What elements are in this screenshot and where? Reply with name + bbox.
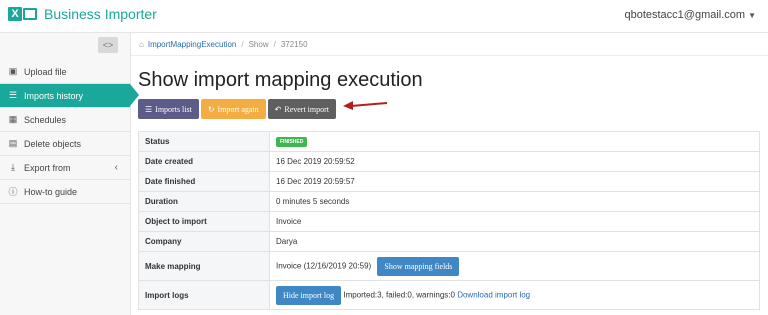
breadcrumb: ⌂ ImportMappingExecution / Show / 372150 — [131, 33, 768, 56]
download-icon: ⤓ — [11, 162, 15, 172]
row-label: Date finished — [138, 171, 270, 192]
sidebar-item-how-to-guide[interactable]: ⓘ How-to guide — [0, 180, 130, 204]
refresh-icon: ↻ — [207, 104, 215, 114]
row-label: Company — [138, 231, 270, 252]
button-label: Revert import — [284, 104, 330, 114]
row-value: Darya — [269, 231, 760, 252]
list-icon: ☰ — [145, 104, 153, 114]
annotation-arrow — [343, 101, 388, 110]
app-logo[interactable]: X Business Importer — [8, 6, 157, 22]
chevron-down-icon: ▼ — [748, 11, 756, 20]
home-icon[interactable]: ⌂ — [139, 40, 144, 49]
table-row: Import logs Hide import log Imported:3, … — [138, 280, 760, 310]
execution-details-table: Status FINISHED Date created 16 Dec 2019… — [138, 131, 760, 310]
hide-import-log-button[interactable]: Hide import log — [276, 285, 342, 305]
show-mapping-fields-button[interactable]: Show mapping fields — [377, 256, 460, 276]
import-log-summary: Imported:3, failed:0, warnings:0 — [343, 290, 455, 300]
account-menu[interactable]: qbotestacc1@gmail.com ▼ — [624, 9, 756, 21]
import-again-button[interactable]: ↻ Import again — [200, 99, 266, 119]
app-name: Business Importer — [44, 6, 157, 22]
sidebar-nav: ▣ Upload file ☰ Imports history ▦ Schedu… — [0, 60, 139, 204]
status-badge: FINISHED — [276, 137, 308, 147]
row-label: Make mapping — [138, 251, 270, 281]
imports-list-button[interactable]: ☰ Imports list — [138, 99, 199, 119]
page-title: Show import mapping execution — [138, 69, 423, 91]
table-row: Make mapping Invoice (12/16/2019 20:59) … — [138, 251, 760, 281]
table-row: Date finished 16 Dec 2019 20:59:57 — [138, 171, 760, 192]
list-icon: ☰ — [8, 90, 18, 100]
sidebar-item-label: Export from — [24, 162, 71, 173]
row-label: Duration — [138, 191, 270, 212]
breadcrumb-item: 372150 — [280, 39, 308, 49]
revert-import-button[interactable]: ↶ Revert import — [267, 99, 337, 119]
button-label: Imports list — [155, 104, 192, 114]
file-excel-icon: ▣ — [8, 66, 18, 76]
breadcrumb-link[interactable]: ImportMappingExecution — [148, 40, 237, 49]
row-label: Import logs — [138, 280, 270, 310]
undo-icon: ↶ — [274, 104, 282, 114]
chevron-left-icon: ‹ — [114, 162, 118, 173]
calendar-icon: ▦ — [8, 114, 18, 124]
sidebar-item-export-from[interactable]: ⤓ Export from ‹ — [0, 156, 130, 180]
mapping-value: Invoice (12/16/2019 20:59) — [276, 261, 372, 271]
table-row: Date created 16 Dec 2019 20:59:52 — [138, 151, 760, 172]
download-import-log-link[interactable]: Download import log — [457, 290, 530, 299]
sidebar-item-label: Schedules — [24, 114, 67, 125]
row-value: 16 Dec 2019 20:59:57 — [269, 171, 760, 192]
sidebar-item-imports-history[interactable]: ☰ Imports history — [0, 84, 139, 108]
breadcrumb-separator: / — [273, 39, 276, 49]
row-label: Date created — [138, 151, 270, 172]
row-value: FINISHED — [269, 131, 760, 152]
main-content: ⌂ ImportMappingExecution / Show / 372150… — [131, 33, 768, 315]
trash-icon: ▤ — [8, 138, 18, 148]
row-label: Object to import — [138, 211, 270, 232]
row-value: Invoice — [269, 211, 760, 232]
logo-icon: X — [8, 7, 37, 21]
row-value: 0 minutes 5 seconds — [269, 191, 760, 212]
row-value: Invoice (12/16/2019 20:59) Show mapping … — [269, 251, 760, 281]
sidebar-item-label: Upload file — [24, 66, 67, 77]
row-label: Status — [138, 131, 270, 152]
sidebar: <> ▣ Upload file ☰ Imports history ▦ Sch… — [0, 33, 139, 315]
info-icon: ⓘ — [8, 187, 18, 197]
button-label: Import again — [217, 104, 259, 114]
breadcrumb-item: Show — [248, 39, 269, 49]
account-email: qbotestacc1@gmail.com — [624, 9, 746, 21]
sidebar-item-label: Delete objects — [24, 138, 82, 149]
table-row: Duration 0 minutes 5 seconds — [138, 191, 760, 212]
breadcrumb-separator: / — [241, 39, 244, 49]
row-value: 16 Dec 2019 20:59:52 — [269, 151, 760, 172]
top-bar: X Business Importer qbotestacc1@gmail.co… — [0, 0, 768, 33]
table-row: Object to import Invoice — [138, 211, 760, 232]
sidebar-item-schedules[interactable]: ▦ Schedules — [0, 108, 130, 132]
action-toolbar: ☰ Imports list ↻ Import again ↶ Revert impo… — [138, 99, 337, 119]
sidebar-collapse-button[interactable]: <> — [98, 37, 118, 53]
table-row: Company Darya — [138, 231, 760, 252]
table-row: Status FINISHED — [138, 131, 760, 152]
sidebar-item-upload-file[interactable]: ▣ Upload file — [0, 60, 130, 84]
sidebar-item-label: How-to guide — [24, 186, 78, 197]
row-value: Hide import log Imported:3, failed:0, wa… — [269, 280, 760, 310]
sidebar-item-label: Imports history — [24, 90, 84, 101]
sidebar-item-delete-objects[interactable]: ▤ Delete objects — [0, 132, 130, 156]
